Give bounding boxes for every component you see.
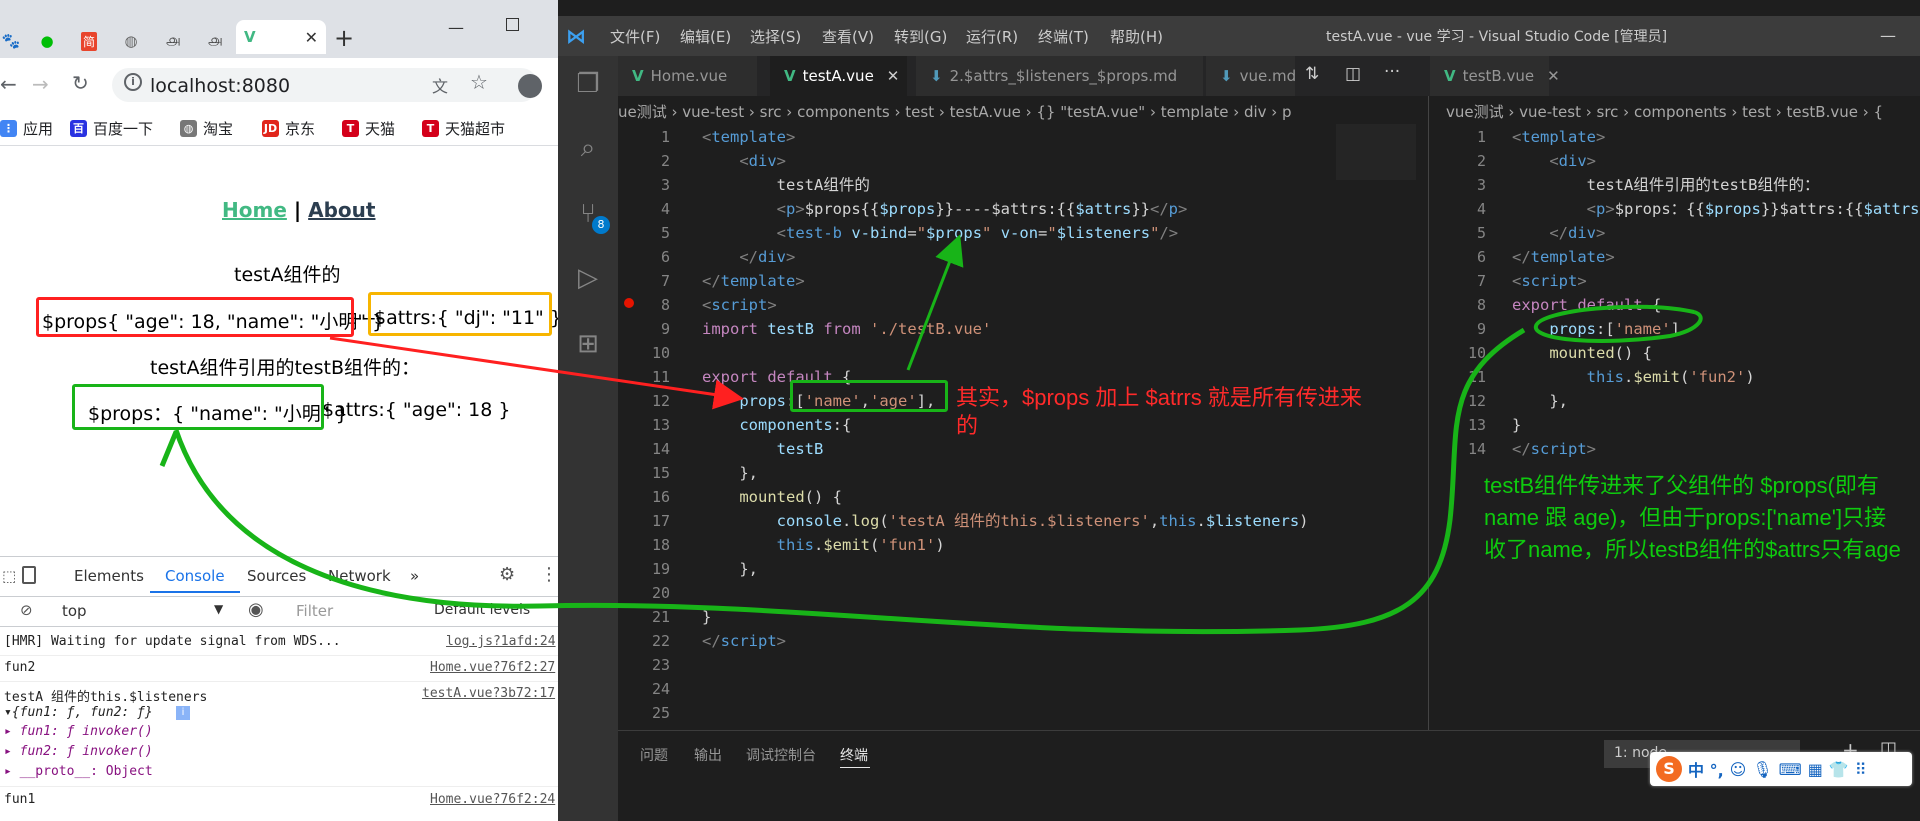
green-arrow-up <box>906 234 964 371</box>
red-annotation-note: 其实，$props 加上 $atrrs 就是所有传进来的 <box>956 385 1362 438</box>
green-connector-curve <box>173 327 1526 635</box>
green-annotation-note: testB组件传进来了父组件的 $props(即有name 跟 age)，但由于… <box>1484 473 1901 562</box>
green-circle-props <box>1534 304 1703 343</box>
green-hook <box>159 431 179 467</box>
red-arrow <box>329 336 744 410</box>
